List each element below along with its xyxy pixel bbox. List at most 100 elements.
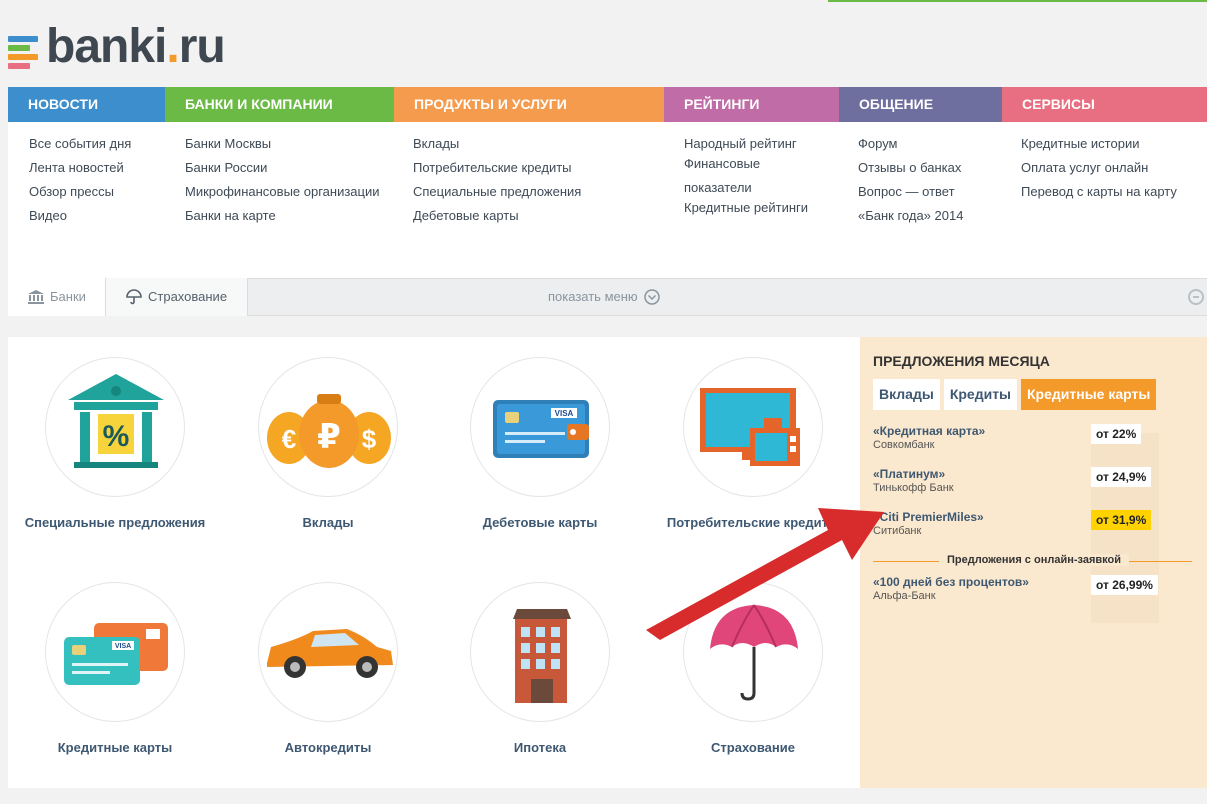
menu-link[interactable]: Банки на карте [185, 206, 380, 226]
online-offers-label: Предложения с онлайн-заявкой [939, 554, 1129, 566]
svg-text:%: % [103, 420, 130, 453]
menu-col-ratings: Народный рейтинг Финансовые показатели К… [684, 134, 808, 222]
product-deposits[interactable]: € $ ₽ Вклады [222, 357, 434, 530]
offers-tab-credit-cards[interactable]: Кредитные карты [1021, 379, 1157, 410]
product-mortgage[interactable]: Ипотека [434, 582, 646, 755]
banki-logo[interactable]: banki.ru [8, 23, 226, 71]
menu-link[interactable]: показатели [684, 178, 808, 198]
nav-ratings[interactable]: Рейтинги [664, 87, 839, 122]
debit-cards-circle: VISA [470, 357, 610, 497]
menu-link[interactable]: Отзывы о банках [858, 158, 963, 178]
product-consumer-loans[interactable]: Потребительские кредиты [647, 357, 859, 530]
main-nav: Новости Банки и компании Продукты и услу… [8, 87, 1207, 122]
menu-link[interactable]: Лента новостей [29, 158, 131, 178]
show-menu-toggle[interactable]: показать меню [548, 279, 660, 315]
menu-link[interactable]: Микрофинансовые организации [185, 182, 380, 202]
main-content: % Специальные предложения € $ ₽ Вклады V… [8, 337, 1207, 788]
bank-percent-icon: % [68, 374, 164, 468]
nav-banks[interactable]: Банки и компании [165, 87, 394, 122]
deposits-circle: € $ ₽ [258, 357, 398, 497]
credit-cards-icon: VISA [64, 623, 168, 685]
special-offers-circle: % [45, 357, 185, 497]
svg-text:$: $ [362, 424, 377, 454]
offer-name[interactable]: «Citi PremierMiles» [873, 510, 1207, 524]
menu-link[interactable]: Кредитные рейтинги [684, 198, 808, 218]
tab-insurance[interactable]: Страхование [106, 278, 248, 316]
menu-link[interactable]: Кредитные истории [1021, 134, 1177, 154]
product-label: Специальные предложения [24, 515, 206, 530]
menu-col-news: Все события дня Лента новостей Обзор пре… [29, 134, 131, 230]
menu-link[interactable]: Банки России [185, 158, 380, 178]
svg-text:₽: ₽ [317, 418, 341, 456]
offers-of-month-panel: Предложения месяца Вклады Кредиты Кредит… [860, 337, 1207, 788]
tab-banks-label: Банки [50, 289, 86, 304]
menu-link[interactable]: Банки Москвы [185, 134, 380, 154]
online-offers-divider: Предложения с онлайн-заявкой [873, 553, 1207, 575]
offer-bank: Совкомбанк [873, 439, 935, 451]
offer-bank: Ситибанк [873, 525, 922, 537]
collapse-icon[interactable] [1188, 289, 1204, 305]
menu-col-community: Форум Отзывы о банках Вопрос — ответ «Ба… [858, 134, 963, 230]
product-debit-cards[interactable]: VISA Дебетовые карты [434, 357, 646, 530]
menu-link[interactable]: Форум [858, 134, 963, 154]
top-accent-line [828, 0, 1207, 2]
section-tabs: Банки Страхование показать меню [8, 278, 1207, 316]
menu-link[interactable]: Специальные предложения [413, 182, 581, 202]
bank-icon [28, 290, 44, 304]
logo-bars-icon [8, 30, 42, 70]
svg-text:€: € [282, 424, 296, 454]
menu-link[interactable]: Оплата услуг онлайн [1021, 158, 1177, 178]
nav-news[interactable]: Новости [8, 87, 165, 122]
product-credit-cards[interactable]: VISA Кредитные карты [9, 582, 221, 755]
wallet-card-icon: VISA [493, 400, 589, 458]
building-icon [513, 609, 571, 703]
mortgage-circle [470, 582, 610, 722]
nav-services[interactable]: Сервисы [1002, 87, 1207, 122]
product-car-loans[interactable]: Автокредиты [222, 582, 434, 755]
offers-tab-loans[interactable]: Кредиты [943, 379, 1018, 410]
insurance-circle [683, 582, 823, 722]
menu-link[interactable]: Видео [29, 206, 131, 226]
credit-cards-circle: VISA [45, 582, 185, 722]
product-label: Потребительские кредиты [666, 515, 840, 530]
consumer-loans-circle [683, 357, 823, 497]
umbrella-icon [710, 604, 798, 701]
offer-rate: от 22% [1091, 424, 1142, 444]
svg-text:VISA: VISA [555, 409, 574, 418]
menu-link[interactable]: Вклады [413, 134, 581, 154]
menu-link[interactable]: Финансовые [684, 154, 808, 174]
product-label: Страхование [711, 740, 795, 755]
offer-item[interactable]: «Кредитная карта» Совкомбанк от 22% [873, 424, 1207, 467]
menu-col-services: Кредитные истории Оплата услуг онлайн Пе… [1021, 134, 1177, 206]
offer-name[interactable]: «Платинум» [873, 467, 1207, 481]
car-icon [267, 629, 393, 678]
menu-link[interactable]: Вопрос — ответ [858, 182, 963, 202]
nav-community[interactable]: Общение [839, 87, 1002, 122]
tv-appliances-icon [700, 388, 800, 466]
offer-rate: от 24,9% [1091, 467, 1152, 487]
product-special-offers[interactable]: % Специальные предложения [9, 357, 221, 530]
offer-name[interactable]: «Кредитная карта» [873, 424, 1207, 438]
offer-item[interactable]: «100 дней без процентов» Альфа-Банк от 2… [873, 575, 1207, 618]
nav-products[interactable]: Продукты и услуги [394, 87, 664, 122]
offer-item[interactable]: «Платинум» Тинькофф Банк от 24,9% [873, 467, 1207, 510]
menu-link[interactable]: «Банк года» 2014 [858, 206, 963, 226]
offers-tabs: Вклады Кредиты Кредитные карты [873, 379, 1207, 410]
menu-link[interactable]: Все события дня [29, 134, 131, 154]
tab-banks[interactable]: Банки [8, 278, 106, 316]
offers-tab-deposits[interactable]: Вклады [873, 379, 940, 410]
product-label: Автокредиты [284, 740, 372, 755]
menu-link[interactable]: Перевод с карты на карту [1021, 182, 1177, 202]
menu-link[interactable]: Потребительские кредиты [413, 158, 581, 178]
product-label: Ипотека [513, 740, 567, 755]
menu-link[interactable]: Народный рейтинг [684, 134, 808, 154]
chevron-down-circle-icon [643, 289, 660, 305]
product-label: Дебетовые карты [482, 515, 598, 530]
car-loans-circle [258, 582, 398, 722]
product-insurance[interactable]: Страхование [647, 582, 859, 755]
offer-item[interactable]: «Citi PremierMiles» Ситибанк от 31,9% [873, 510, 1207, 553]
nav-dropdown-menu: Все события дня Лента новостей Обзор пре… [8, 122, 1207, 278]
menu-link[interactable]: Обзор прессы [29, 182, 131, 202]
menu-link[interactable]: Дебетовые карты [413, 206, 581, 226]
offer-bank: Тинькофф Банк [873, 482, 954, 494]
